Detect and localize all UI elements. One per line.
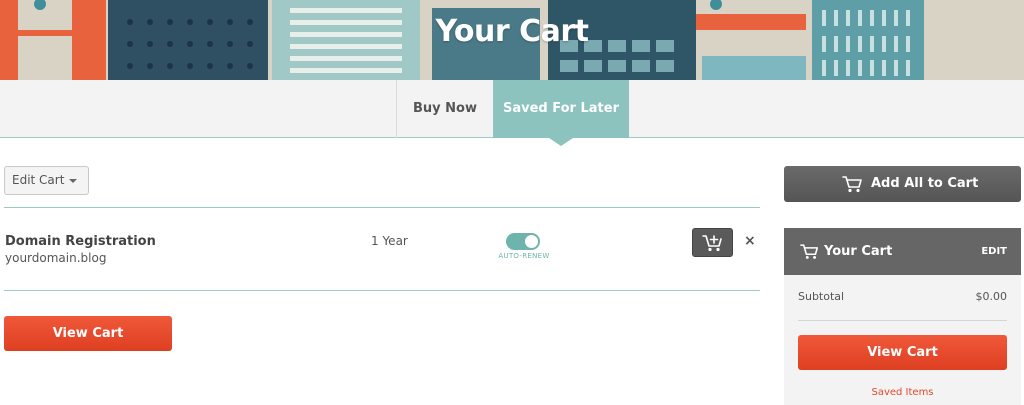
edit-cart-dropdown[interactable]: Edit Cart xyxy=(4,166,89,195)
divider xyxy=(4,207,760,208)
divider xyxy=(798,320,1007,321)
item-domain-name: yourdomain.blog xyxy=(5,251,107,265)
header-banner: Your Cart xyxy=(0,0,1024,80)
view-cart-button[interactable]: View Cart xyxy=(4,316,172,351)
cart-summary-title: Your Cart xyxy=(824,244,893,259)
active-tab-caret-icon xyxy=(549,138,573,146)
add-all-to-cart-button[interactable]: Add All to Cart xyxy=(784,166,1021,202)
auto-renew-label: AUTO-RENEW xyxy=(498,252,550,260)
add-to-cart-icon xyxy=(702,235,722,252)
divider xyxy=(4,290,760,291)
tab-buy-now[interactable]: Buy Now xyxy=(396,80,493,138)
cart-icon xyxy=(842,176,862,193)
toggle-knob xyxy=(525,235,538,248)
edit-cart-label: Edit Cart xyxy=(12,173,65,187)
edit-cart-link[interactable]: EDIT xyxy=(981,246,1007,257)
sidebar-view-cart-button[interactable]: View Cart xyxy=(798,335,1007,370)
item-term: 1 Year xyxy=(371,234,408,248)
move-to-cart-button[interactable] xyxy=(692,228,733,257)
subtotal-label: Subtotal xyxy=(798,290,845,303)
cart-icon xyxy=(800,244,819,259)
item-product-name: Domain Registration xyxy=(5,234,156,249)
page-title: Your Cart xyxy=(435,14,589,49)
tab-saved-for-later-label: Saved For Later xyxy=(503,101,619,116)
cart-summary-header: Your Cart EDIT xyxy=(784,228,1021,275)
add-all-to-cart-label: Add All to Cart xyxy=(871,176,979,191)
subtotal-value: $0.00 xyxy=(975,290,1008,303)
remove-item-close-icon[interactable]: × xyxy=(744,233,756,249)
cart-summary-panel: Your Cart EDIT Subtotal $0.00 View Cart … xyxy=(784,228,1021,405)
dropdown-caret-icon xyxy=(69,179,77,183)
saved-items-link[interactable]: Saved Items xyxy=(784,387,1021,398)
cart-tabs: Buy Now Saved For Later xyxy=(0,80,1024,146)
auto-renew-toggle[interactable] xyxy=(506,233,540,250)
tab-saved-for-later[interactable]: Saved For Later xyxy=(493,80,629,146)
